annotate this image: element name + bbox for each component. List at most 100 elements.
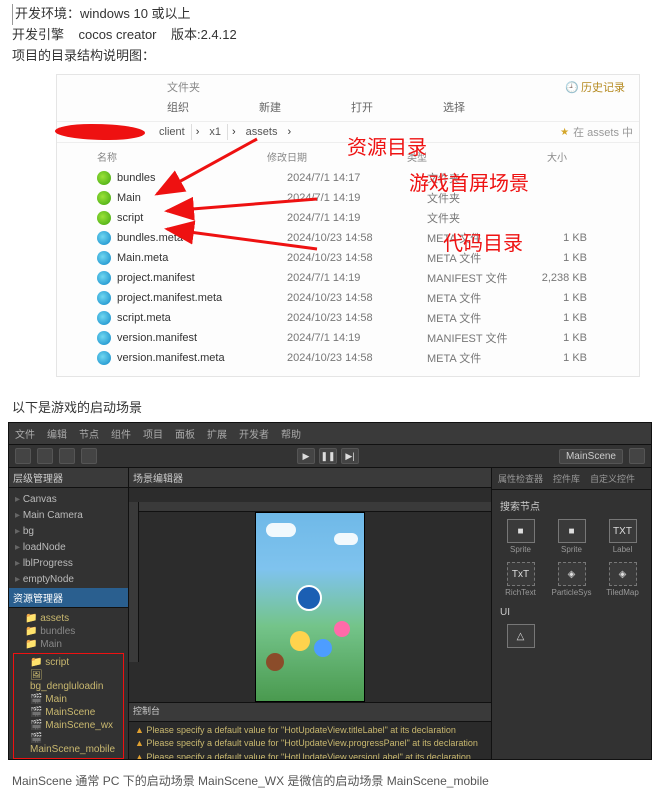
- menu-item[interactable]: 扩展: [207, 426, 227, 441]
- menu-item[interactable]: 节点: [79, 426, 99, 441]
- asset-node[interactable]: 🖼 bg_dengluloadin: [16, 669, 121, 693]
- tab-inspector[interactable]: 属性检查器: [498, 472, 543, 485]
- hierarchy-node[interactable]: Canvas: [15, 492, 122, 508]
- highlighted-assets-box: 📁 script 🖼 bg_dengluloadin 🎬 Main 🎬 Main…: [13, 653, 124, 759]
- settings-icon[interactable]: [629, 448, 645, 464]
- asset-root[interactable]: 📁 assets: [11, 612, 126, 625]
- lib-item[interactable]: △: [500, 624, 541, 650]
- ribbon-tab[interactable]: 选择: [443, 99, 465, 115]
- col-size[interactable]: 大小: [507, 149, 567, 164]
- file-date: 2024/7/1 14:19: [287, 212, 427, 224]
- file-name: bundles.meta: [117, 232, 287, 244]
- file-date: 2024/7/1 14:19: [287, 272, 427, 284]
- history-link[interactable]: 历史记录: [565, 79, 625, 95]
- file-type: MANIFEST 文件: [427, 330, 527, 346]
- file-row[interactable]: Main2024/7/1 14:19文件夹: [97, 188, 639, 208]
- asset-node[interactable]: 🎬 Main: [16, 693, 121, 706]
- asset-node[interactable]: 📁 Main: [11, 638, 126, 651]
- tab-custom[interactable]: 自定义控件: [590, 472, 635, 485]
- file-size: 1 KB: [527, 252, 587, 264]
- col-name[interactable]: 名称: [97, 149, 267, 164]
- asset-panel-header[interactable]: 资源管理器: [9, 588, 128, 608]
- file-row[interactable]: version.manifest2024/7/1 14:19MANIFEST 文…: [97, 328, 639, 348]
- play-button[interactable]: ▶: [297, 448, 315, 464]
- file-type: META 文件: [427, 310, 527, 326]
- lib-item[interactable]: ■Sprite: [551, 519, 592, 554]
- scene-view[interactable]: [129, 488, 491, 702]
- tab-node-lib[interactable]: 控件库: [553, 472, 580, 485]
- file-name: bundles: [117, 172, 287, 184]
- file-row[interactable]: project.manifest2024/7/1 14:19MANIFEST 文…: [97, 268, 639, 288]
- file-date: 2024/10/23 14:58: [287, 312, 427, 324]
- file-explorer: 历史记录 文件夹 组织 新建 打开 选择 client› x1› assets›…: [56, 74, 640, 377]
- ribbon-tab[interactable]: 打开: [351, 99, 373, 115]
- menu-item[interactable]: 帮助: [281, 426, 301, 441]
- menu-item[interactable]: 面板: [175, 426, 195, 441]
- ribbon-tab[interactable]: 新建: [259, 99, 281, 115]
- file-row[interactable]: script2024/7/1 14:19文件夹: [97, 208, 639, 228]
- file-row[interactable]: Main.meta2024/10/23 14:58META 文件1 KB: [97, 248, 639, 268]
- breadcrumb-seg[interactable]: client: [153, 124, 192, 140]
- file-row[interactable]: bundles2024/7/1 14:17文件夹: [97, 168, 639, 188]
- asset-node[interactable]: 🎬 MainScene_mobile: [16, 732, 121, 756]
- lib-item[interactable]: TXTLabel: [602, 519, 643, 554]
- ribbon-tab[interactable]: 组织: [167, 99, 189, 115]
- tool-move[interactable]: [15, 448, 31, 464]
- file-size: 1 KB: [527, 232, 587, 244]
- asset-node[interactable]: 📁 script: [16, 656, 121, 669]
- menu-item[interactable]: 组件: [111, 426, 131, 441]
- lib-item[interactable]: ■Sprite: [500, 519, 541, 554]
- file-row[interactable]: script.meta2024/10/23 14:58META 文件1 KB: [97, 308, 639, 328]
- breadcrumb-seg[interactable]: x1: [203, 124, 228, 140]
- file-row[interactable]: bundles.meta2024/10/23 14:58META 文件1 KB: [97, 228, 639, 248]
- menu-item[interactable]: 开发者: [239, 426, 269, 441]
- breadcrumb-seg[interactable]: assets: [240, 124, 284, 140]
- bottom-caption: MainScene 通常 PC 下的启动场景 MainScene_WX 是微信的…: [0, 764, 660, 793]
- tool-rotate[interactable]: [37, 448, 53, 464]
- lib-item[interactable]: ◈ParticleSys: [551, 562, 592, 597]
- menu-item[interactable]: 文件: [15, 426, 35, 441]
- file-date: 2024/10/23 14:58: [287, 292, 427, 304]
- menu-item[interactable]: 项目: [143, 426, 163, 441]
- hierarchy-node[interactable]: Main Camera: [15, 508, 122, 524]
- tool-scale[interactable]: [59, 448, 75, 464]
- file-icon: [97, 231, 111, 245]
- file-list: 名称 修改日期 类型 大小 bundles2024/7/1 14:17文件夹Ma…: [57, 143, 639, 376]
- file-size: 2,238 KB: [527, 272, 587, 284]
- lib-item[interactable]: ◈TiledMap: [602, 562, 643, 597]
- scene-editor-header: 场景编辑器: [129, 468, 491, 488]
- scene-selector[interactable]: MainScene: [559, 449, 623, 464]
- step-button[interactable]: ▶|: [341, 448, 359, 464]
- hierarchy-node[interactable]: lblProgress: [15, 556, 122, 572]
- star-icon: ★: [560, 127, 569, 138]
- file-date: 2024/10/23 14:58: [287, 352, 427, 364]
- file-name: Main: [117, 192, 287, 204]
- asset-node[interactable]: 📁 bundles: [11, 625, 126, 638]
- ruler-vertical: [129, 502, 139, 662]
- file-size: 1 KB: [527, 312, 587, 324]
- file-name: Main.meta: [117, 252, 287, 264]
- game-preview: [255, 512, 365, 702]
- file-type: META 文件: [427, 350, 527, 366]
- file-row[interactable]: project.manifest.meta2024/10/23 14:58MET…: [97, 288, 639, 308]
- asset-node[interactable]: 🎬 MainScene: [16, 706, 121, 719]
- folder-icon: [97, 171, 111, 185]
- pause-button[interactable]: ❚❚: [319, 448, 337, 464]
- node-lib-subheader: 搜索节点: [500, 498, 643, 513]
- menu-item[interactable]: 编辑: [47, 426, 67, 441]
- console-panel: 控制台 Please specify a default value for "…: [129, 702, 491, 760]
- file-icon: [97, 271, 111, 285]
- hierarchy-node[interactable]: emptyNode: [15, 572, 122, 588]
- intro-line-3: 项目的目录结构说明图：: [12, 46, 648, 67]
- annotation-code-dir: 代码目录: [443, 227, 523, 256]
- right-panel-tabs: 属性检查器 控件库 自定义控件: [492, 468, 651, 490]
- file-row[interactable]: version.manifest.meta2024/10/23 14:58MET…: [97, 348, 639, 368]
- asset-node[interactable]: 🎬 MainScene_wx: [16, 719, 121, 732]
- hierarchy-node[interactable]: loadNode: [15, 540, 122, 556]
- lib-item[interactable]: TxTRichText: [500, 562, 541, 597]
- hierarchy-node[interactable]: bg: [15, 524, 122, 540]
- tool-rect[interactable]: [81, 448, 97, 464]
- redacted-path: [55, 124, 145, 140]
- file-date: 2024/10/23 14:58: [287, 232, 427, 244]
- intro-line-1: 开发环境：windows 10 或以上: [12, 4, 648, 25]
